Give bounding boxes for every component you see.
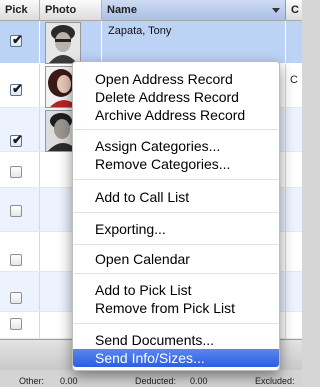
pick-checkbox[interactable] [10, 205, 22, 217]
menu-separator [74, 212, 278, 213]
other-value: 0.00 [60, 376, 78, 386]
pick-checkbox[interactable] [10, 166, 22, 178]
menu-item-open-address-record[interactable]: Open Address Record [73, 70, 279, 88]
menu-item-add-to-call-list[interactable]: Add to Call List [73, 188, 279, 206]
menu-item-delete-address-record[interactable]: Delete Address Record [73, 88, 279, 106]
pick-checkbox[interactable]: ✔ [10, 33, 23, 47]
menu-item-exporting[interactable]: Exporting... [73, 220, 279, 238]
menu-item-send-documents[interactable]: Send Documents... [73, 331, 279, 349]
menu-separator [74, 244, 278, 245]
deducted-label: Deducted: [135, 376, 177, 386]
sort-descending-icon [272, 8, 280, 13]
row-extra-value: C [290, 74, 298, 86]
pick-checkbox[interactable] [10, 292, 22, 304]
column-header-name[interactable]: Name [102, 0, 286, 20]
menu-item-add-to-pick-list[interactable]: Add to Pick List [73, 281, 279, 299]
menu-separator [74, 323, 278, 324]
column-header-pick[interactable]: Pick [0, 0, 40, 20]
menu-item-assign-categories[interactable]: Assign Categories... [73, 137, 279, 155]
table-header: Pick Photo Name C [0, 0, 302, 21]
other-label: Other: [19, 376, 45, 386]
menu-item-remove-categories[interactable]: Remove Categories... [73, 155, 279, 173]
pick-checkbox[interactable]: ✔ [10, 82, 23, 96]
menu-item-archive-address-record[interactable]: Archive Address Record [73, 106, 279, 124]
pick-checkbox[interactable]: ✔ [10, 133, 23, 147]
menu-separator [74, 273, 278, 274]
menu-separator [74, 129, 278, 130]
pick-checkbox[interactable] [10, 318, 22, 330]
deducted-value: 0.00 [190, 376, 208, 386]
totals-bar: Other: 0.00 Deducted: 0.00 Excluded: [0, 370, 302, 387]
context-menu: Open Address Record Delete Address Recor… [72, 61, 280, 371]
menu-item-remove-from-pick-list[interactable]: Remove from Pick List [73, 299, 279, 317]
contact-name: Zapata, Tony [108, 25, 172, 37]
column-header-next[interactable]: C [286, 0, 302, 20]
column-header-photo[interactable]: Photo [40, 0, 102, 20]
pick-checkbox[interactable] [10, 254, 22, 266]
menu-item-send-info-sizes[interactable]: Send Info/Sizes... [73, 349, 279, 367]
contact-photo [45, 22, 81, 64]
excluded-label: Excluded: [255, 376, 295, 386]
table-row[interactable]: ✔ Zapata, Tony [0, 21, 302, 64]
menu-item-open-calendar[interactable]: Open Calendar [73, 250, 279, 268]
menu-separator [74, 179, 278, 180]
